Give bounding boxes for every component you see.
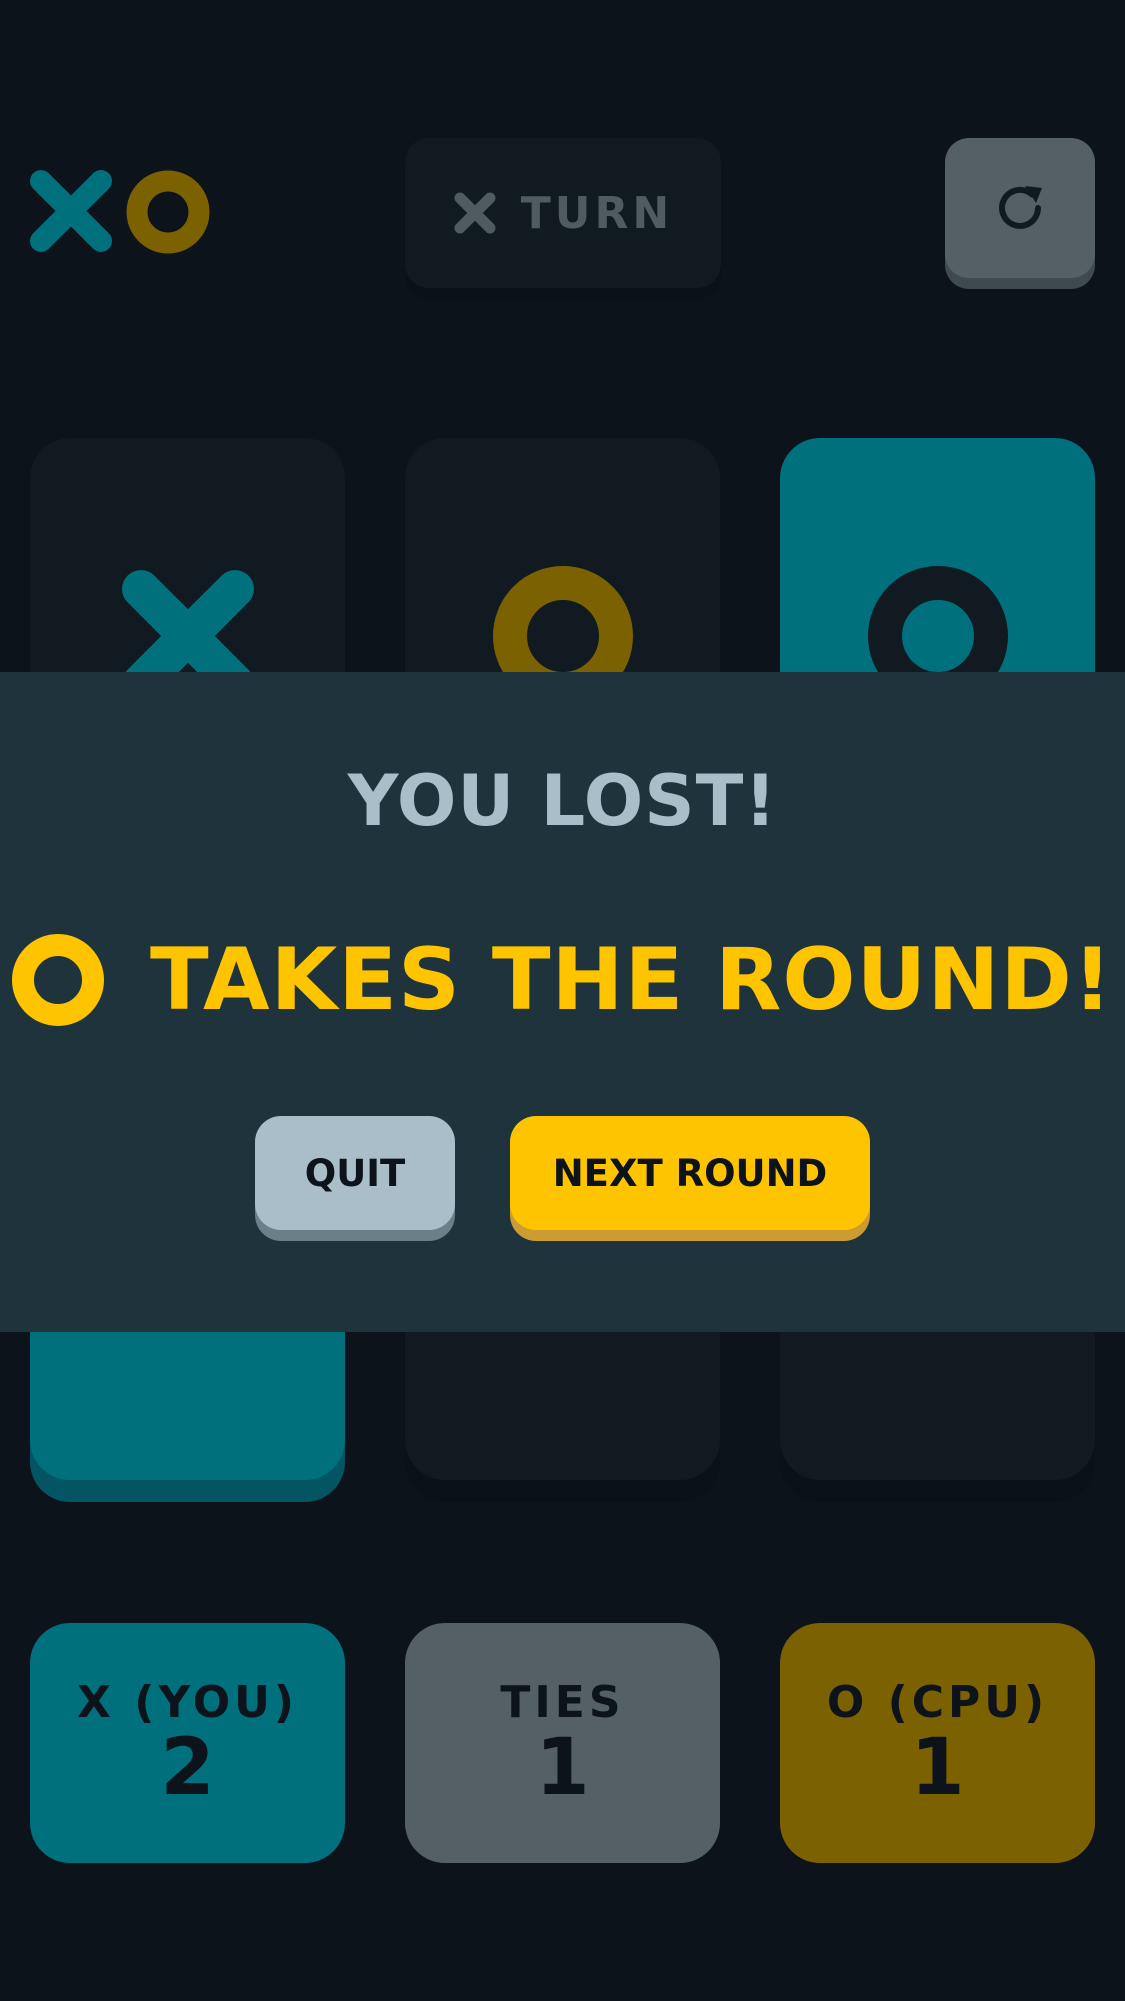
- score-x-value: 2: [160, 1722, 215, 1813]
- score-o-label: O (CPU): [826, 1676, 1049, 1728]
- xo-logo-icon: [30, 170, 210, 254]
- o-icon: [12, 934, 105, 1026]
- restart-icon: [999, 186, 1042, 229]
- result-title: YOU LOST!: [347, 760, 778, 842]
- restart-button[interactable]: [945, 138, 1095, 278]
- turn-indicator: TURN: [405, 138, 721, 288]
- score-o-value: 1: [910, 1722, 965, 1813]
- logo: [30, 170, 210, 256]
- x-icon: [454, 192, 496, 234]
- score-ties: TIES 1: [405, 1623, 720, 1863]
- next-round-button[interactable]: NEXT ROUND: [510, 1116, 870, 1230]
- turn-label: TURN: [520, 187, 674, 239]
- score-x-label: X (YOU): [77, 1676, 298, 1728]
- score-x: X (YOU) 2: [30, 1623, 345, 1863]
- score-ties-label: TIES: [500, 1676, 625, 1728]
- round-winner-message: TAKES THE ROUND!: [0, 920, 1125, 1040]
- quit-button[interactable]: QUIT: [255, 1116, 455, 1230]
- takes-round-text: TAKES THE ROUND!: [150, 930, 1113, 1030]
- score-o: O (CPU) 1: [780, 1623, 1095, 1863]
- score-ties-value: 1: [535, 1722, 590, 1813]
